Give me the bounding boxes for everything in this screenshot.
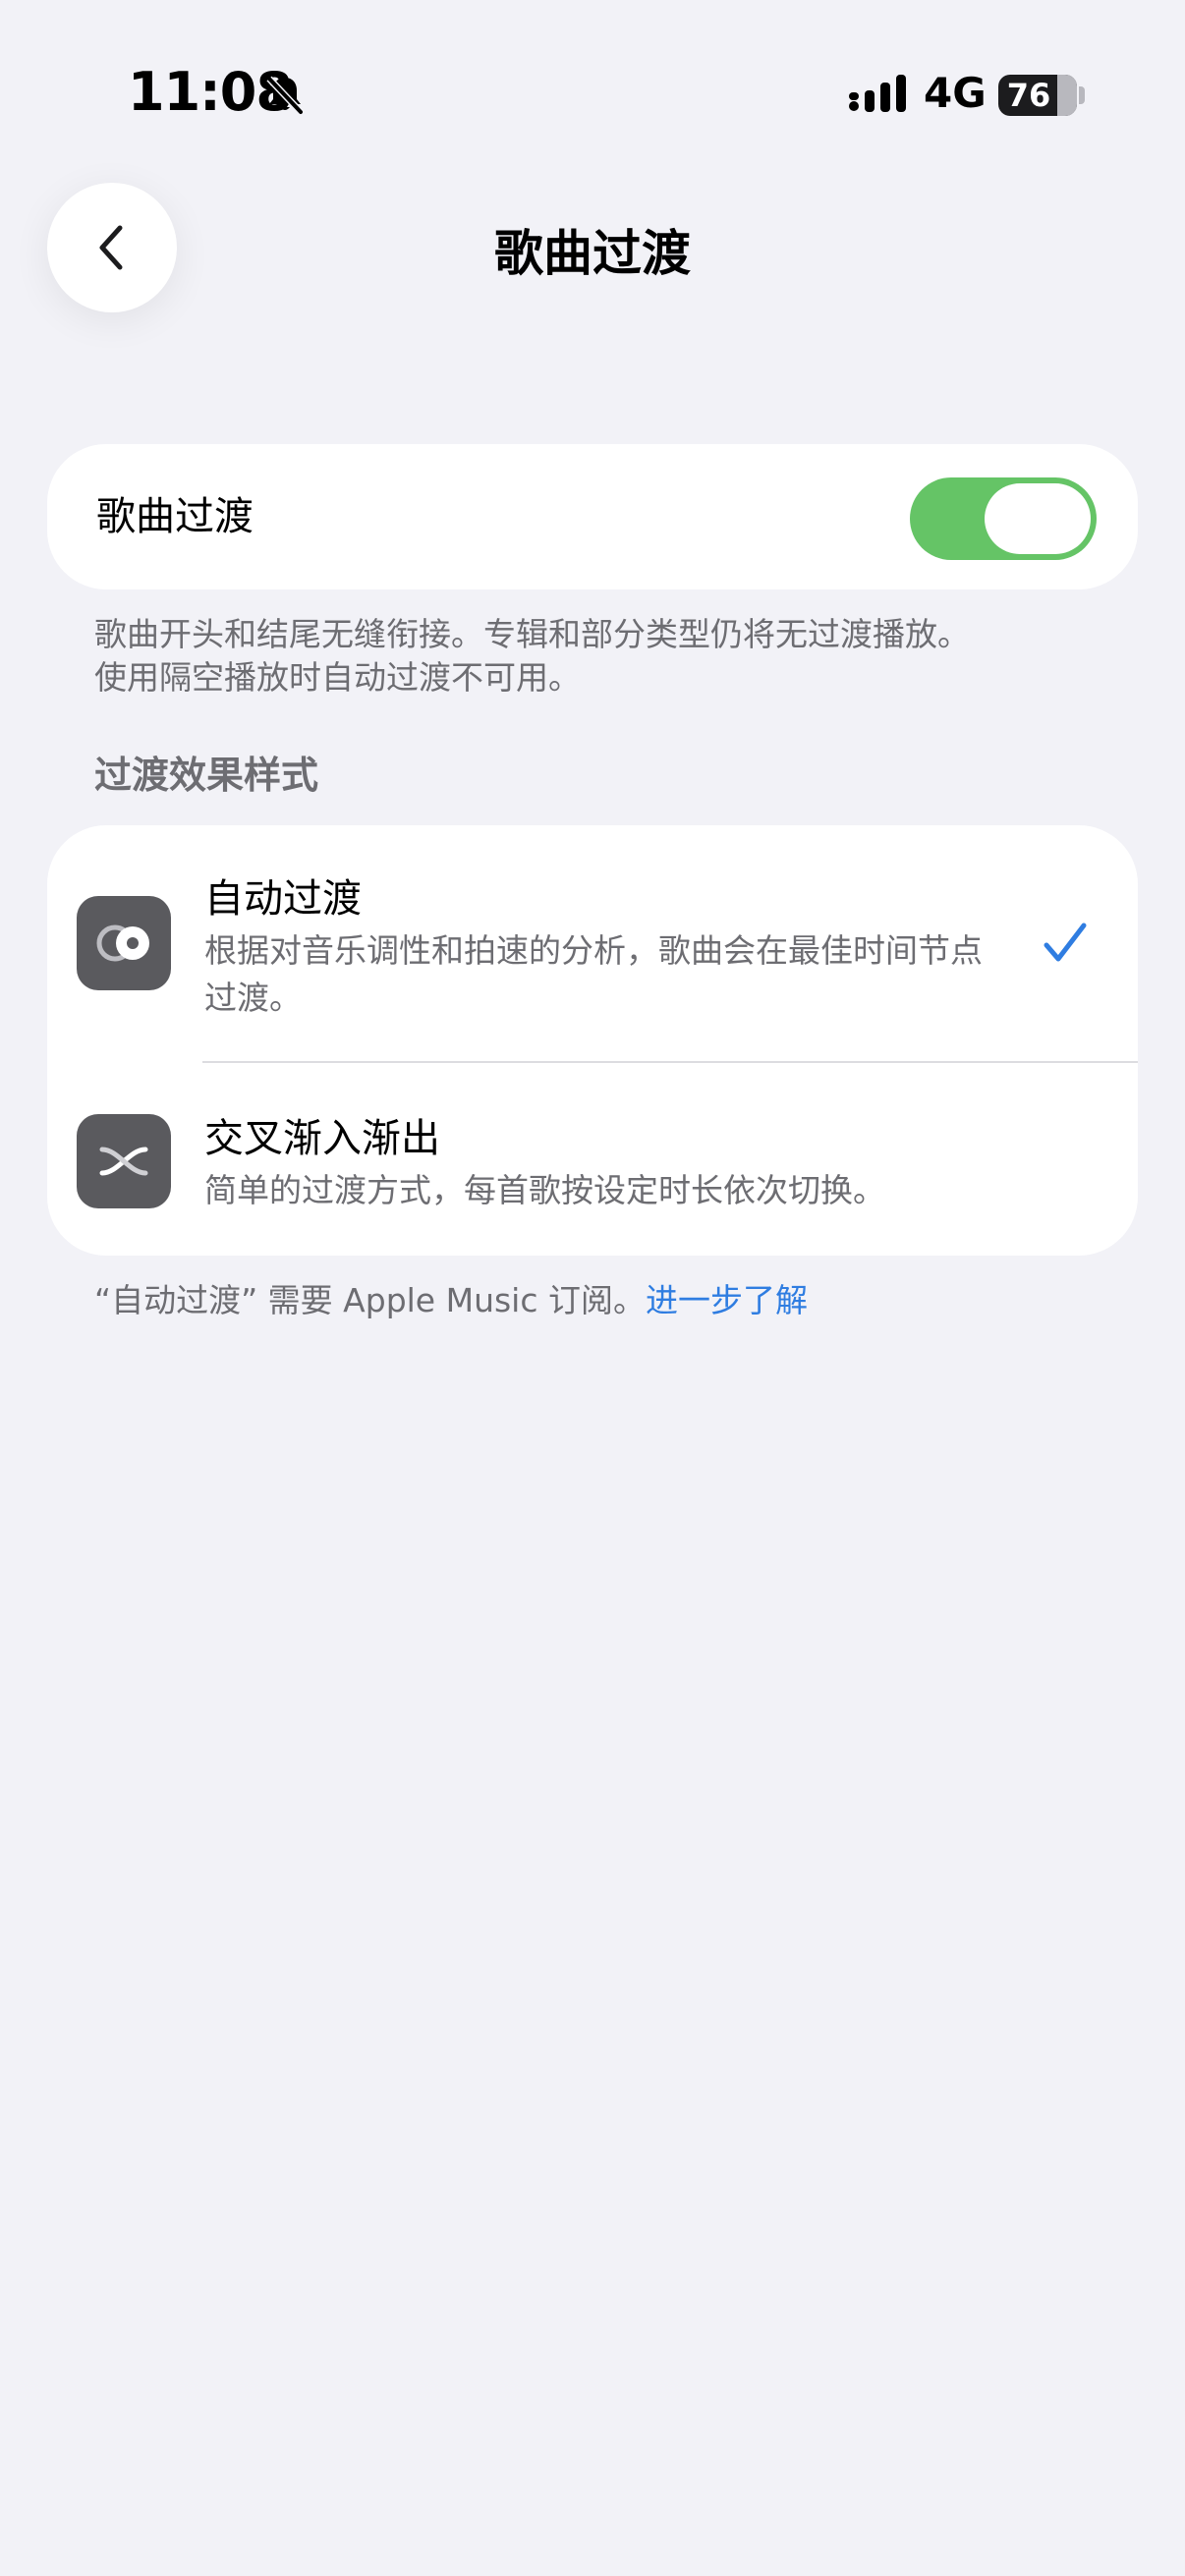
bell-slash-icon [266,76,304,115]
subscription-note-text: “自动过渡” 需要 Apple Music 订阅。 [94,1281,646,1319]
option-auto-transition[interactable]: 自动过渡 根据对音乐调性和拍速的分析，歌曲会在最佳时间节点过渡。 [47,825,1138,1063]
learn-more-link[interactable]: 进一步了解 [646,1281,808,1319]
cellular-signal-icon [849,75,906,112]
toggle-footnote-line-2: 使用隔空播放时自动过渡不可用。 [94,658,581,697]
option-description: 根据对音乐调性和拍速的分析，歌曲会在最佳时间节点过渡。 [204,931,983,1017]
toggle-footnote: 歌曲开头和结尾无缝衔接。专辑和部分类型仍将无过渡播放。 使用隔空播放时自动过渡不… [94,613,970,700]
crossfade-icon [77,1114,171,1208]
transition-toggle-row: 歌曲过渡 [47,444,1138,589]
option-crossfade[interactable]: 交叉渐入渐出 简单的过渡方式，每首歌按设定时长依次切换。 [47,1063,1138,1256]
transition-style-list: 自动过渡 根据对音乐调性和拍速的分析，歌曲会在最佳时间节点过渡。 交叉渐入渐出 … [47,825,1138,1256]
section-header: 过渡效果样式 [94,754,319,797]
option-title: 自动过渡 [204,876,362,922]
option-title: 交叉渐入渐出 [204,1116,440,1161]
battery-icon: 76 [998,75,1077,116]
option-description: 简单的过渡方式，每首歌按设定时长依次切换。 [204,1171,885,1209]
transition-toggle-switch[interactable] [910,477,1097,560]
page-title: 歌曲过渡 [494,225,691,282]
toggle-label: 歌曲过渡 [96,494,254,539]
network-type: 4G [924,69,987,117]
subscription-note: “自动过渡” 需要 Apple Music 订阅。进一步了解 [94,1279,808,1322]
toggle-knob [985,483,1091,554]
battery-level: 76 [1006,77,1051,114]
auto-transition-icon [77,896,171,990]
status-bar: 11:08 4G 76 [0,0,1185,187]
checkmark-icon [1044,923,1087,962]
battery-nub [1079,86,1085,104]
toggle-footnote-line-1: 歌曲开头和结尾无缝衔接。专辑和部分类型仍将无过渡播放。 [94,615,970,653]
